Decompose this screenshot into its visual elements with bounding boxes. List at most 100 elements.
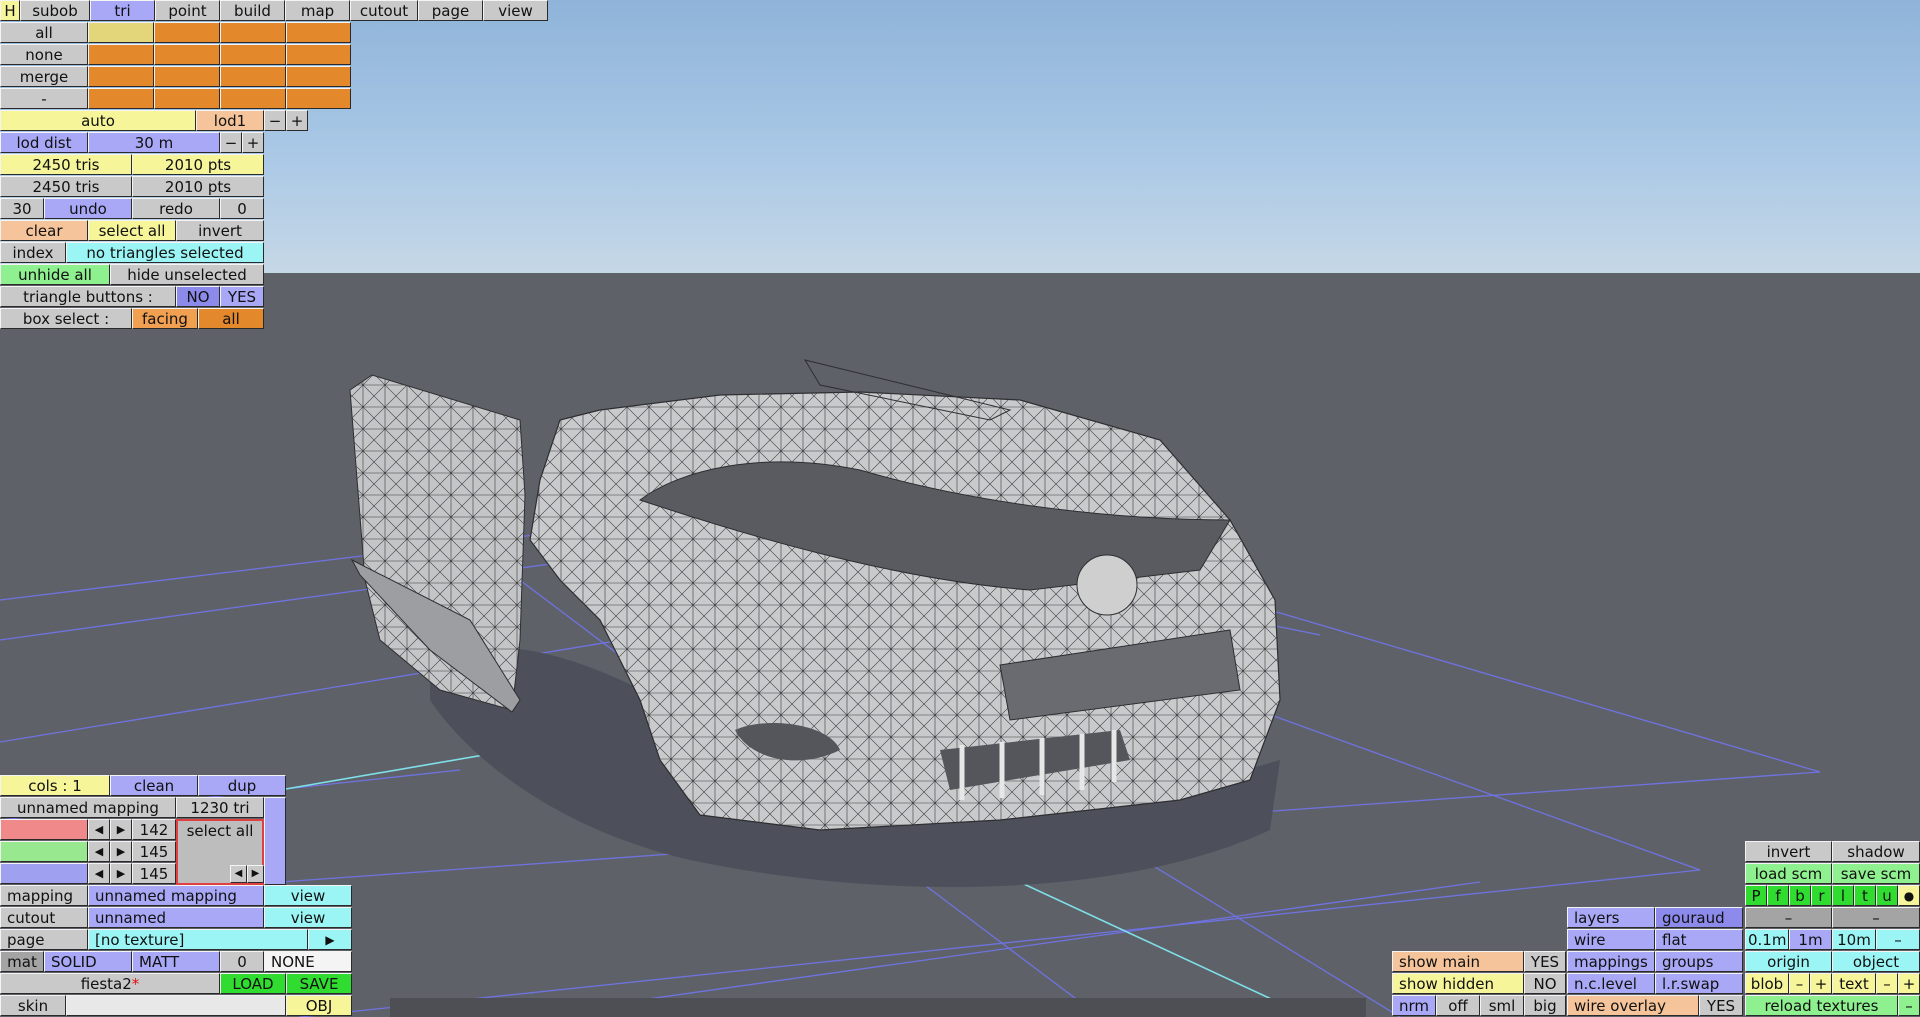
- nc-level-button[interactable]: n.c.level: [1567, 973, 1655, 994]
- green-slider[interactable]: [0, 841, 88, 862]
- dash-button-2[interactable]: –: [1832, 907, 1920, 928]
- mat-none-field[interactable]: NONE: [264, 951, 352, 972]
- select-all-tris-button[interactable]: select all: [88, 220, 176, 241]
- menu-h[interactable]: H: [0, 0, 20, 21]
- mat-solid-button[interactable]: SOLID: [44, 951, 132, 972]
- flag-r[interactable]: r: [1811, 885, 1832, 906]
- obj-button[interactable]: OBJ: [286, 995, 352, 1016]
- color-select-all[interactable]: select all: [187, 822, 254, 840]
- redo-button[interactable]: redo: [132, 198, 220, 219]
- dist-0-1m[interactable]: 0.1m: [1745, 929, 1789, 950]
- flag-t[interactable]: t: [1854, 885, 1876, 906]
- save-button[interactable]: SAVE: [286, 973, 352, 994]
- blob-plus[interactable]: +: [1810, 973, 1832, 994]
- swatch-cell[interactable]: [286, 22, 351, 43]
- clear-button[interactable]: clear: [0, 220, 88, 241]
- dist-1m[interactable]: 1m: [1789, 929, 1832, 950]
- lod-level-button[interactable]: lod1: [196, 110, 264, 131]
- wire-overlay-button[interactable]: wire overlay: [1567, 995, 1699, 1016]
- red-right-arrow[interactable]: ▶: [110, 819, 132, 840]
- menu-tri[interactable]: tri: [90, 0, 155, 21]
- 3d-viewport[interactable]: [0, 0, 1920, 1017]
- green-left-arrow[interactable]: ◀: [88, 841, 110, 862]
- minus-button[interactable]: -: [0, 88, 88, 109]
- box-select-facing[interactable]: facing: [132, 308, 198, 329]
- swatch-cell[interactable]: [220, 22, 286, 43]
- blue-slider[interactable]: [0, 863, 88, 884]
- merge-button[interactable]: merge: [0, 66, 88, 87]
- blue-right-arrow[interactable]: ▶: [110, 863, 132, 884]
- swatch-cell[interactable]: [88, 66, 154, 87]
- flag-b[interactable]: b: [1789, 885, 1811, 906]
- swatch-cell[interactable]: [88, 44, 154, 65]
- lod-plus-button[interactable]: +: [286, 110, 308, 131]
- nrm-button[interactable]: nrm: [1392, 995, 1436, 1016]
- clean-button[interactable]: clean: [110, 775, 198, 796]
- swatch-cell[interactable]: [154, 44, 220, 65]
- save-scm-button[interactable]: save scm: [1832, 863, 1920, 884]
- index-button[interactable]: index: [0, 242, 66, 263]
- mat-matt-button[interactable]: MATT: [132, 951, 220, 972]
- menu-point[interactable]: point: [155, 0, 220, 21]
- mapping-scrollbar[interactable]: [264, 797, 286, 885]
- layers-button[interactable]: layers: [1567, 907, 1655, 928]
- lod-dist-value[interactable]: 30 m: [88, 132, 220, 153]
- select-none-button[interactable]: none: [0, 44, 88, 65]
- lod-dist-plus[interactable]: +: [242, 132, 264, 153]
- preview-left-arrow[interactable]: ◀: [230, 865, 247, 883]
- cutout-view-button[interactable]: view: [264, 907, 352, 928]
- gouraud-button[interactable]: gouraud: [1655, 907, 1743, 928]
- skin-field[interactable]: [66, 995, 286, 1016]
- undo-button[interactable]: undo: [44, 198, 132, 219]
- menu-page[interactable]: page: [418, 0, 483, 21]
- red-slider[interactable]: [0, 819, 88, 840]
- triangle-buttons-no[interactable]: NO: [176, 286, 220, 307]
- file-name[interactable]: fiesta2*: [0, 973, 220, 994]
- unhide-all-button[interactable]: unhide all: [0, 264, 110, 285]
- menu-map[interactable]: map: [285, 0, 350, 21]
- object-button[interactable]: object: [1832, 951, 1920, 972]
- cutout-value[interactable]: unnamed: [88, 907, 264, 928]
- text-button[interactable]: text: [1832, 973, 1876, 994]
- blob-button[interactable]: blob: [1745, 973, 1789, 994]
- flag-p[interactable]: P: [1745, 885, 1767, 906]
- swatch-cell[interactable]: [154, 66, 220, 87]
- flag-u[interactable]: u: [1876, 885, 1898, 906]
- select-all-button[interactable]: all: [0, 22, 88, 43]
- invert-button[interactable]: invert: [176, 220, 264, 241]
- show-hidden-button[interactable]: show hidden: [1392, 973, 1524, 994]
- swatch-cell[interactable]: [286, 66, 351, 87]
- show-main-value[interactable]: YES: [1524, 951, 1566, 972]
- hide-unselected-button[interactable]: hide unselected: [110, 264, 264, 285]
- flag-l[interactable]: l: [1832, 885, 1854, 906]
- menu-subob[interactable]: subob: [20, 0, 90, 21]
- skin-button[interactable]: skin: [0, 995, 66, 1016]
- swatch-cell[interactable]: [88, 22, 154, 43]
- mapping-value[interactable]: unnamed mapping: [88, 885, 264, 906]
- bottom-scrollbar[interactable]: [390, 998, 1366, 1017]
- mapping-name[interactable]: unnamed mapping: [0, 797, 176, 818]
- swatch-cell[interactable]: [220, 44, 286, 65]
- mappings-button[interactable]: mappings: [1567, 951, 1655, 972]
- wire-button[interactable]: wire: [1567, 929, 1655, 950]
- reload-minus[interactable]: –: [1898, 995, 1920, 1016]
- lod-dist-minus[interactable]: −: [220, 132, 242, 153]
- preview-right-arrow[interactable]: ▶: [247, 865, 264, 883]
- wire-overlay-value[interactable]: YES: [1699, 995, 1743, 1016]
- flat-button[interactable]: flat: [1655, 929, 1743, 950]
- groups-button[interactable]: groups: [1655, 951, 1743, 972]
- blob-minus[interactable]: –: [1789, 973, 1810, 994]
- menu-view[interactable]: view: [483, 0, 548, 21]
- dist-minus[interactable]: –: [1876, 929, 1920, 950]
- box-select-all[interactable]: all: [198, 308, 264, 329]
- cols-button[interactable]: cols : 1: [0, 775, 110, 796]
- swatch-cell[interactable]: [88, 88, 154, 109]
- load-button[interactable]: LOAD: [220, 973, 286, 994]
- dot-icon[interactable]: ●: [1898, 885, 1920, 906]
- green-right-arrow[interactable]: ▶: [110, 841, 132, 862]
- page-value[interactable]: [no texture]: [88, 929, 308, 950]
- swatch-cell[interactable]: [286, 88, 351, 109]
- origin-button[interactable]: origin: [1745, 951, 1832, 972]
- dash-button-1[interactable]: –: [1745, 907, 1832, 928]
- swatch-cell[interactable]: [154, 22, 220, 43]
